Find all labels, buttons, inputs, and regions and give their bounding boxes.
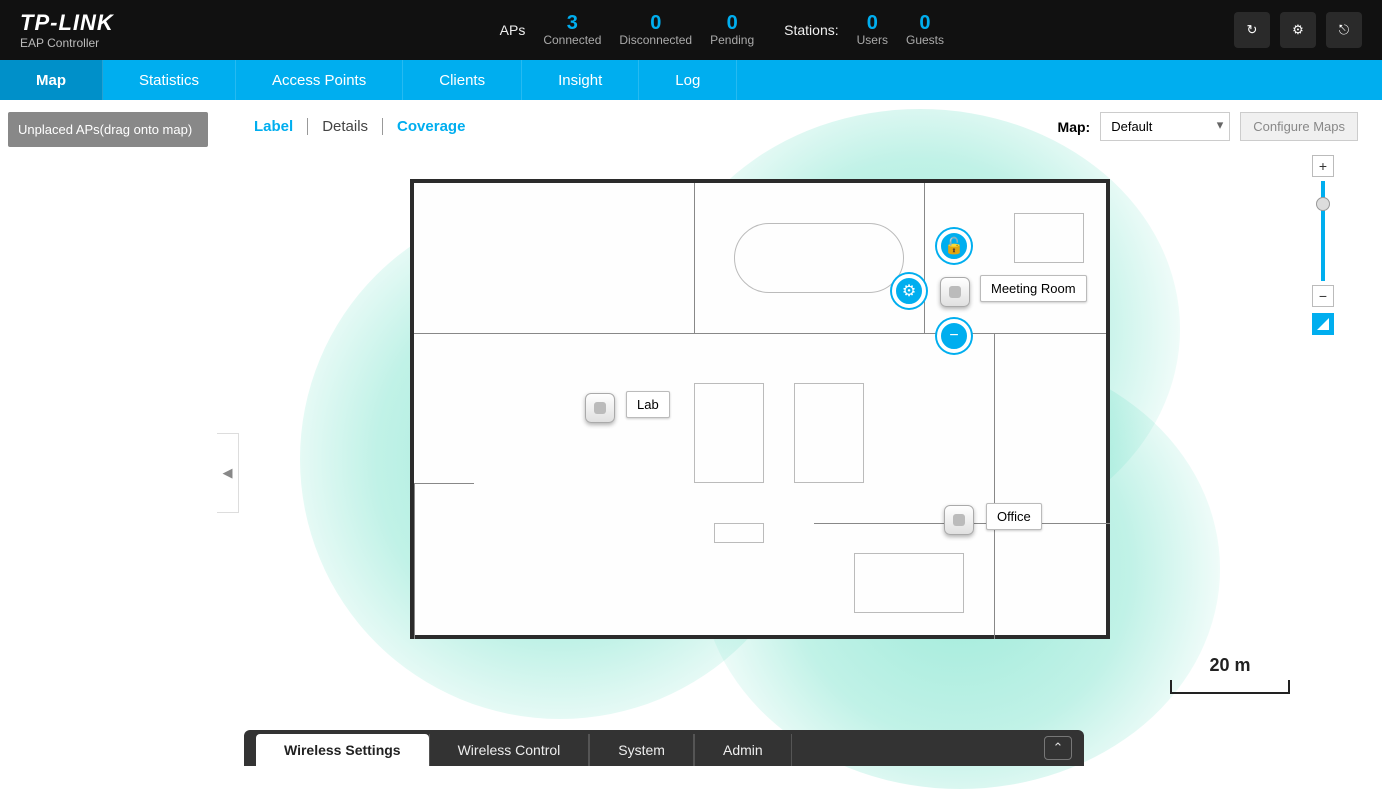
main-area: Unplaced APs(drag onto map) ◀ Label Deta… bbox=[0, 100, 1382, 766]
ap-label-office: Office bbox=[986, 503, 1042, 530]
ap-label-lab: Lab bbox=[626, 391, 670, 418]
ap-marker-office[interactable] bbox=[944, 505, 974, 535]
logout-icon: ⎋ bbox=[1339, 22, 1349, 38]
stations-label: Stations: bbox=[784, 22, 838, 38]
chevron-up-icon: ⌃ bbox=[1053, 740, 1064, 756]
stat-guests[interactable]: 0 Guests bbox=[906, 13, 944, 47]
header-actions: ↻ ⚙ ⎋ bbox=[1234, 12, 1362, 48]
main-nav: Map Statistics Access Points Clients Ins… bbox=[0, 60, 1382, 100]
bottom-tab-admin[interactable]: Admin bbox=[694, 734, 792, 766]
bottom-tab-system[interactable]: System bbox=[589, 734, 694, 766]
toolbar-right: Map: Default Configure Maps bbox=[1058, 112, 1358, 141]
reload-button[interactable]: ↻ bbox=[1234, 12, 1270, 48]
configure-maps-button[interactable]: Configure Maps bbox=[1240, 112, 1358, 141]
stat-users[interactable]: 0 Users bbox=[857, 13, 888, 47]
gear-icon: ⚙ bbox=[1292, 22, 1304, 38]
zoom-slider-track[interactable] bbox=[1321, 181, 1325, 281]
sidebar-collapse-button[interactable]: ◀ bbox=[217, 433, 239, 513]
map-select[interactable]: Default bbox=[1100, 112, 1230, 141]
toggle-coverage[interactable]: Coverage bbox=[383, 118, 479, 135]
coverage-toggle-button[interactable] bbox=[1312, 313, 1334, 335]
aps-label: APs bbox=[500, 22, 526, 38]
map-content: Label Details Coverage Map: Default Conf… bbox=[216, 100, 1382, 766]
expand-panel-button[interactable]: ⌃ bbox=[1044, 736, 1072, 760]
scale-line bbox=[1170, 680, 1290, 694]
logo-block: TP-LINK EAP Controller bbox=[20, 10, 114, 50]
ap-marker-meeting-room[interactable] bbox=[940, 277, 970, 307]
zoom-in-button[interactable]: + bbox=[1312, 155, 1334, 177]
logout-button[interactable]: ⎋ bbox=[1326, 12, 1362, 48]
gear-icon: ⚙ bbox=[902, 281, 916, 301]
bottom-tab-wireless-settings[interactable]: Wireless Settings bbox=[256, 734, 429, 766]
bottom-tab-wireless-control[interactable]: Wireless Control bbox=[429, 734, 590, 766]
ap-label-meeting-room: Meeting Room bbox=[980, 275, 1087, 302]
view-toggles: Label Details Coverage bbox=[240, 118, 479, 135]
nav-tab-statistics[interactable]: Statistics bbox=[103, 60, 236, 100]
nav-tab-access-points[interactable]: Access Points bbox=[236, 60, 403, 100]
ap-action-settings[interactable]: ⚙ bbox=[892, 274, 926, 308]
signal-icon bbox=[1316, 317, 1330, 331]
scale-text: 20 m bbox=[1209, 655, 1250, 676]
map-selector-label: Map: bbox=[1058, 119, 1091, 135]
minus-icon: − bbox=[949, 327, 958, 345]
nav-tab-map[interactable]: Map bbox=[0, 60, 103, 100]
reload-icon: ↻ bbox=[1247, 22, 1258, 38]
stat-pending[interactable]: 0 Pending bbox=[710, 13, 754, 47]
map-canvas[interactable]: Meeting Room 🔓 ⚙ − Lab Office + − bbox=[240, 149, 1340, 709]
scale-bar: 20 m bbox=[1170, 655, 1290, 694]
nav-tab-insight[interactable]: Insight bbox=[522, 60, 639, 100]
zoom-controls: + − bbox=[1312, 155, 1334, 335]
header: TP-LINK EAP Controller APs 3 Connected 0… bbox=[0, 0, 1382, 60]
stations-stats: Stations: 0 Users 0 Guests bbox=[784, 13, 944, 47]
floorplan bbox=[410, 179, 1110, 639]
desk-cluster bbox=[694, 383, 764, 483]
toggle-label[interactable]: Label bbox=[240, 118, 308, 135]
stat-connected[interactable]: 3 Connected bbox=[543, 13, 601, 47]
ap-action-unlock[interactable]: 🔓 bbox=[937, 229, 971, 263]
stat-disconnected[interactable]: 0 Disconnected bbox=[619, 13, 692, 47]
desk bbox=[1014, 213, 1084, 263]
conference-table bbox=[734, 223, 904, 293]
sofa bbox=[714, 523, 764, 543]
settings-button[interactable]: ⚙ bbox=[1280, 12, 1316, 48]
sidebar-unplaced: Unplaced APs(drag onto map) bbox=[0, 100, 216, 766]
zoom-slider-handle[interactable] bbox=[1316, 197, 1330, 211]
ap-action-remove[interactable]: − bbox=[937, 319, 971, 353]
ap-marker-lab[interactable] bbox=[585, 393, 615, 423]
map-toolbar: Label Details Coverage Map: Default Conf… bbox=[240, 112, 1358, 141]
nav-tab-log[interactable]: Log bbox=[639, 60, 737, 100]
nav-tab-clients[interactable]: Clients bbox=[403, 60, 522, 100]
desk-cluster bbox=[794, 383, 864, 483]
zoom-out-button[interactable]: − bbox=[1312, 285, 1334, 307]
brand-logo: TP-LINK bbox=[20, 10, 114, 36]
bottom-settings-panel: Wireless Settings Wireless Control Syste… bbox=[244, 730, 1084, 766]
toggle-details[interactable]: Details bbox=[308, 118, 383, 135]
aps-stats: APs 3 Connected 0 Disconnected 0 Pending bbox=[500, 13, 755, 47]
unplaced-aps-header: Unplaced APs(drag onto map) bbox=[8, 112, 208, 147]
chevron-left-icon: ◀ bbox=[223, 465, 233, 481]
product-name: EAP Controller bbox=[20, 36, 114, 50]
unlock-icon: 🔓 bbox=[944, 236, 964, 256]
desk-cluster bbox=[854, 553, 964, 613]
header-stats: APs 3 Connected 0 Disconnected 0 Pending… bbox=[500, 13, 944, 47]
